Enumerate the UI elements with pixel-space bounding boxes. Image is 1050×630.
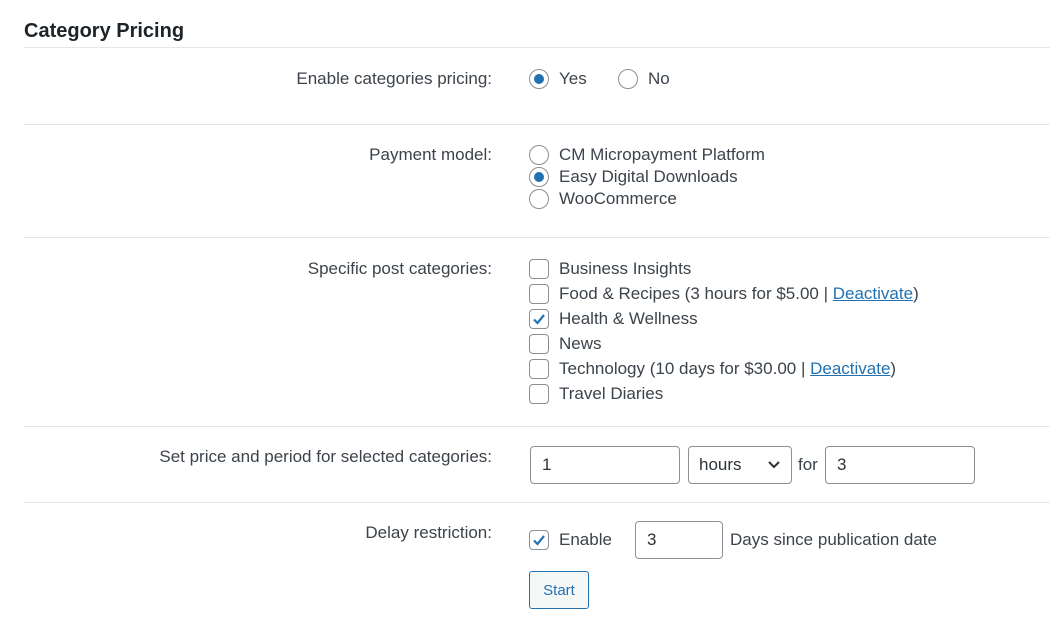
payment-cm-radio[interactable]: CM Micropayment Platform	[529, 145, 765, 165]
delay-days-suffix: Days since publication date	[730, 530, 937, 549]
delay-days-input[interactable]: 3	[635, 521, 723, 559]
deactivate-link[interactable]: Deactivate	[833, 284, 913, 304]
divider	[24, 426, 1050, 427]
checkbox-icon[interactable]	[529, 284, 549, 304]
category-name: Technology	[559, 359, 646, 378]
divider	[24, 237, 1050, 238]
enable-yes-label: Yes	[559, 69, 587, 88]
divider	[24, 502, 1050, 503]
checkbox-icon[interactable]	[529, 259, 549, 279]
enable-yes-radio[interactable]: Yes	[529, 69, 587, 89]
category-travel-diaries[interactable]: Travel Diaries	[529, 384, 663, 404]
radio-selected-icon[interactable]	[529, 167, 549, 187]
checkbox-icon[interactable]	[529, 384, 549, 404]
delay-enable-label: Enable	[559, 530, 612, 549]
category-pricing-detail: (10 days for $30.00 |	[645, 359, 811, 378]
payment-edd-label: Easy Digital Downloads	[559, 167, 738, 186]
section-title: Category Pricing	[24, 20, 185, 42]
payment-woo-label: WooCommerce	[559, 189, 677, 208]
checkbox-checked-icon[interactable]	[529, 530, 549, 550]
category-name: Travel Diaries	[559, 384, 664, 403]
radio-unselected-icon[interactable]	[529, 145, 549, 165]
for-text: for	[798, 455, 818, 474]
start-button[interactable]: Start	[529, 571, 589, 609]
category-name: Food & Recipes	[559, 284, 680, 303]
chevron-down-icon	[767, 455, 781, 475]
categories-label: Specific post categories:	[307, 259, 492, 278]
category-news[interactable]: News	[529, 334, 602, 354]
delay-restriction-label: Delay restriction:	[365, 523, 492, 542]
deactivate-link[interactable]: Deactivate	[810, 359, 890, 379]
category-pricing-detail-end: )	[890, 359, 897, 378]
radio-selected-icon[interactable]	[529, 69, 549, 89]
period-unit-select[interactable]: hours	[688, 446, 792, 484]
price-period-label: Set price and period for selected catego…	[159, 447, 492, 466]
category-business-insights[interactable]: Business Insights	[529, 259, 691, 279]
price-input[interactable]: 1	[530, 446, 680, 484]
checkbox-icon[interactable]	[529, 334, 549, 354]
payment-cm-label: CM Micropayment Platform	[559, 145, 765, 164]
delay-enable-checkbox[interactable]: Enable	[529, 530, 612, 550]
payment-edd-radio[interactable]: Easy Digital Downloads	[529, 167, 738, 187]
payment-woo-radio[interactable]: WooCommerce	[529, 189, 677, 209]
payment-model-label: Payment model:	[369, 145, 492, 164]
category-food-recipes[interactable]: Food & Recipes (3 hours for $5.00 | Deac…	[529, 284, 919, 304]
delay-days-value: 3	[647, 530, 657, 549]
divider	[24, 47, 1050, 48]
divider	[24, 124, 1050, 125]
category-health-wellness[interactable]: Health & Wellness	[529, 309, 698, 329]
enable-no-label: No	[648, 69, 670, 88]
period-value-input[interactable]: 3	[825, 446, 975, 484]
category-name: Health & Wellness	[559, 309, 698, 328]
category-pricing-detail-end: )	[913, 284, 919, 303]
period-unit-value: hours	[699, 455, 742, 474]
category-name: News	[559, 334, 602, 353]
price-value: 1	[542, 455, 552, 474]
period-value: 3	[837, 455, 847, 474]
enable-pricing-label: Enable categories pricing:	[296, 69, 492, 88]
enable-no-radio[interactable]: No	[618, 69, 670, 89]
radio-unselected-icon[interactable]	[529, 189, 549, 209]
category-name: Business Insights	[559, 259, 692, 278]
checkbox-checked-icon[interactable]	[529, 309, 549, 329]
checkbox-icon[interactable]	[529, 359, 549, 379]
category-technology[interactable]: Technology (10 days for $30.00 | Deactiv…	[529, 359, 896, 379]
category-pricing-detail: (3 hours for $5.00 |	[679, 284, 833, 303]
radio-unselected-icon[interactable]	[618, 69, 638, 89]
